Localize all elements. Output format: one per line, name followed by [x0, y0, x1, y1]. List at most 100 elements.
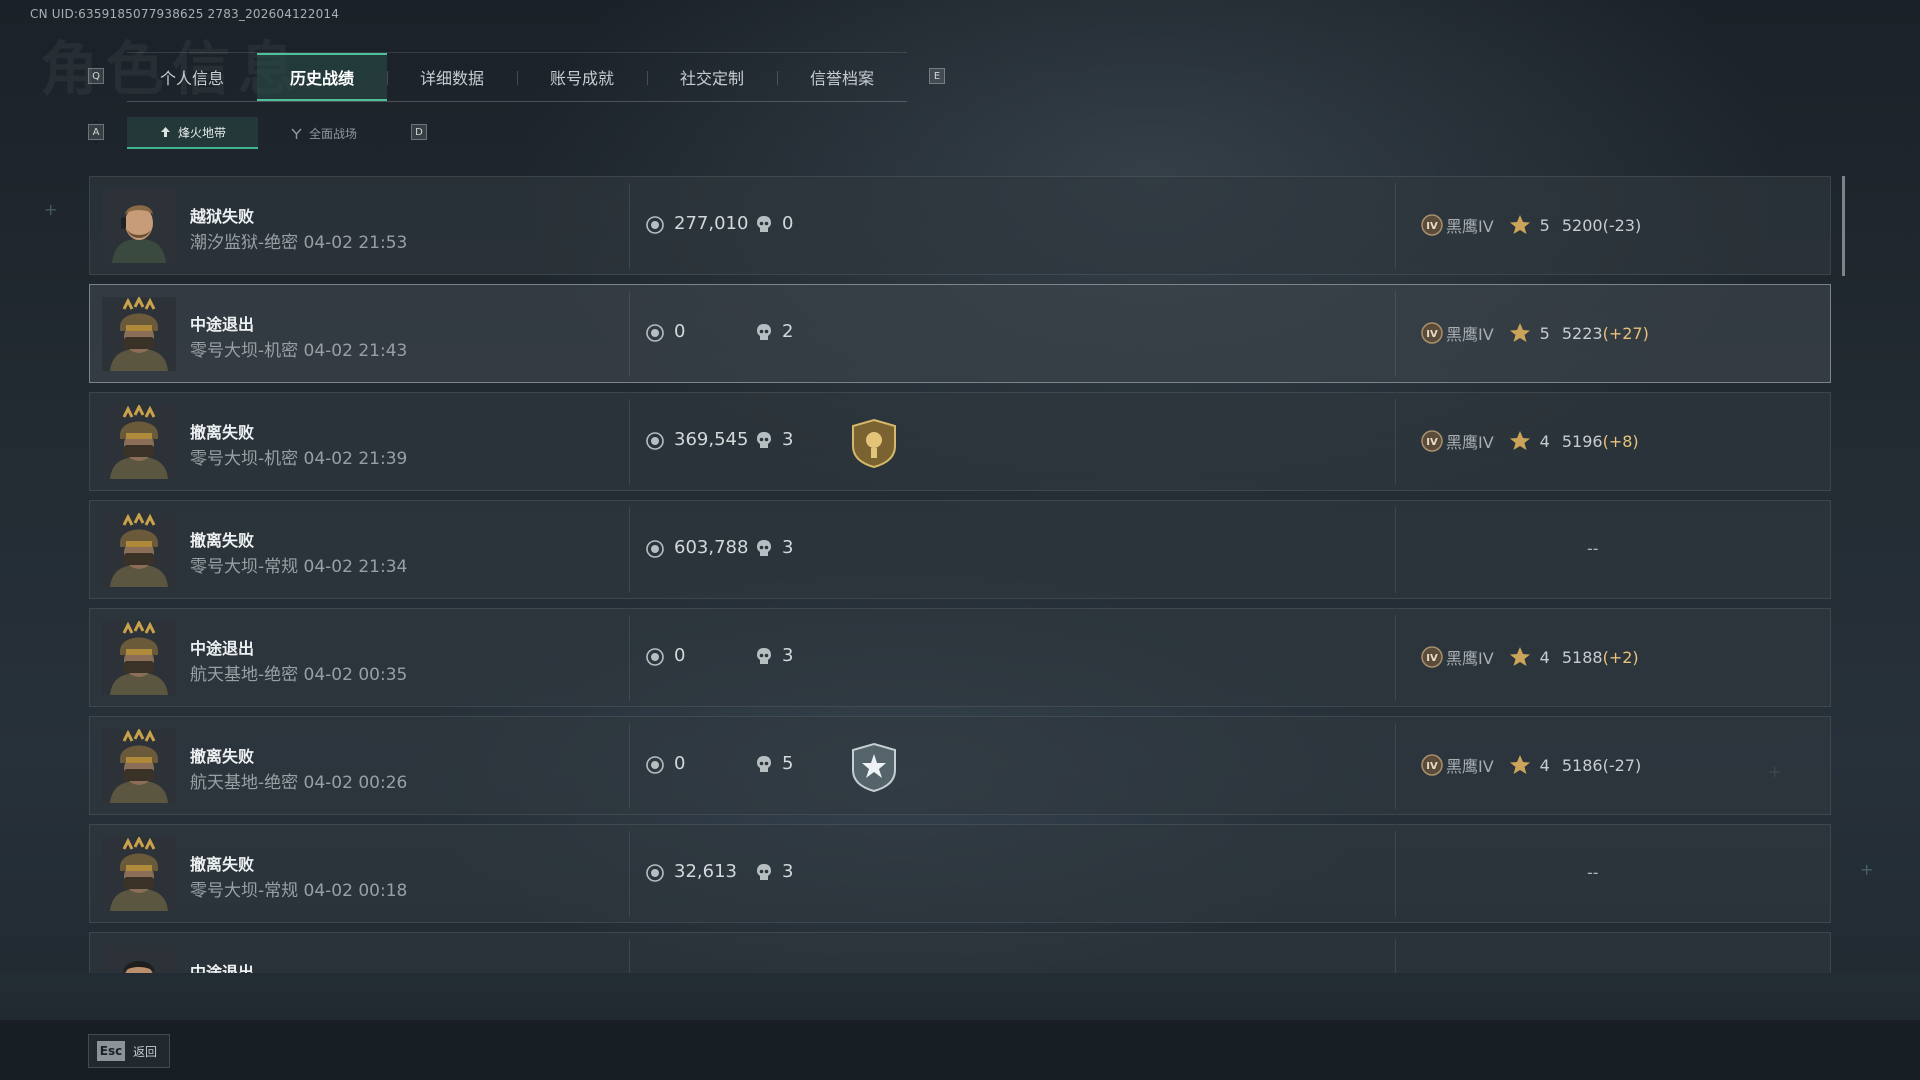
column-divider	[1395, 291, 1396, 377]
rank-score-group: 5196(+8)	[1562, 432, 1639, 451]
match-row[interactable]: 撤离失败 零号大坝-机密 04-02 21:39 369,545 3 IV 黑鹰IV 4 51…	[89, 392, 1831, 491]
hafu-coin-icon	[646, 648, 664, 666]
rank-name: 黑鹰IV	[1446, 757, 1494, 776]
column-divider	[629, 939, 630, 973]
rank-score-delta: (+8)	[1602, 431, 1639, 451]
tab-extraction-label: 烽火地带	[177, 125, 226, 140]
match-map-time: 零号大坝-机密 04-02 21:43	[190, 341, 408, 361]
esc-key-hint: Esc	[97, 1041, 125, 1061]
tab-4[interactable]: 社交定制	[647, 53, 777, 101]
key-hint-d[interactable]: D	[411, 124, 427, 140]
match-map-time: 零号大坝-常规 04-02 00:18	[190, 881, 408, 901]
match-row[interactable]: 中途退出	[89, 932, 1831, 973]
match-history-list[interactable]: 越狱失败 潮汐监狱-绝密 04-02 21:53 277,010 0 IV 黑鹰IV 5 52…	[89, 176, 1831, 973]
star-icon	[1509, 215, 1530, 234]
match-kills: 3	[782, 645, 794, 666]
operator-avatar-icon	[102, 297, 176, 371]
rank-name: 黑鹰IV	[1446, 649, 1494, 668]
skull-icon	[757, 540, 771, 556]
match-result-title: 撤离失败	[190, 531, 255, 550]
tab-battlefield-label: 全面战场	[308, 126, 357, 141]
back-label: 返回	[133, 1044, 158, 1059]
tab-5[interactable]: 信誉档案	[777, 53, 907, 101]
match-value: 603,788	[674, 537, 749, 558]
uid-label: CN UID:6359185077938625 2783_20260412201…	[30, 7, 340, 21]
key-hint-a[interactable]: A	[88, 124, 104, 140]
match-row[interactable]: 撤离失败 航天基地-绝密 04-02 00:26 0 5 IV 黑鹰IV 4 5186(-27…	[89, 716, 1831, 815]
rank-score: 5196	[1561, 431, 1603, 451]
rank-iv-emblem-icon: IV	[1421, 214, 1443, 236]
rank-iv-emblem-icon: IV	[1421, 646, 1443, 668]
rank-score: 5200	[1561, 215, 1603, 235]
key-hint-e[interactable]: E	[929, 68, 945, 84]
skull-icon	[757, 432, 771, 448]
match-result-title: 中途退出	[190, 639, 255, 658]
list-scrollbar[interactable]	[1842, 176, 1845, 276]
rank-score: 5223	[1561, 323, 1603, 343]
hafu-coin-icon	[646, 864, 664, 882]
column-divider	[1395, 939, 1396, 973]
mode-tab-bar: 烽火地带 全面战场	[127, 117, 389, 149]
battlefield-icon	[291, 127, 302, 139]
column-divider	[629, 291, 630, 377]
svg-text:IV: IV	[1426, 653, 1438, 664]
rank-score-group: 5223(+27)	[1562, 324, 1649, 343]
rank-stars: 5	[1539, 215, 1550, 235]
rank-info: IV 黑鹰IV 5 5200(-23)	[1420, 212, 1641, 238]
tab-1[interactable]: 历史战绩	[257, 53, 387, 101]
column-divider	[1395, 831, 1396, 917]
operator-avatar-icon	[102, 405, 176, 479]
tab-extraction-mode[interactable]: 烽火地带	[127, 117, 258, 149]
hafu-coin-icon	[646, 756, 664, 774]
rank-score-delta: (+27)	[1602, 323, 1649, 343]
skull-icon	[757, 324, 771, 340]
operator-avatar-icon	[102, 513, 176, 587]
rank-info: IV 黑鹰IV 4 5196(+8)	[1420, 428, 1639, 454]
rank-iv-emblem-icon: IV	[1421, 430, 1443, 452]
match-row[interactable]: 中途退出 航天基地-绝密 04-02 00:35 0 3 IV 黑鹰IV 4 5188(+2)	[89, 608, 1831, 707]
tab-0[interactable]: 个人信息	[127, 53, 257, 101]
operator-avatar-icon	[102, 729, 176, 803]
match-map-time: 航天基地-绝密 04-02 00:35	[190, 665, 408, 685]
operator-avatar-icon	[102, 837, 176, 911]
match-map-time: 零号大坝-常规 04-02 21:34	[190, 557, 408, 577]
tab-battlefield-mode[interactable]: 全面战场	[258, 117, 389, 149]
match-row[interactable]: 中途退出 零号大坝-机密 04-02 21:43 0 2 IV 黑鹰IV 5 5223(+27…	[89, 284, 1831, 383]
rank-info: IV 黑鹰IV 4 5188(+2)	[1420, 644, 1639, 670]
column-divider	[629, 507, 630, 593]
tab-3[interactable]: 账号成就	[517, 53, 647, 101]
match-row[interactable]: 越狱失败 潮汐监狱-绝密 04-02 21:53 277,010 0 IV 黑鹰IV 5 52…	[89, 176, 1831, 275]
match-row[interactable]: 撤离失败零号大坝-常规 04-02 21:34 603,788 3 --	[89, 500, 1831, 599]
operator-avatar-icon	[102, 621, 176, 695]
skull-icon	[757, 648, 771, 664]
column-divider	[629, 723, 630, 809]
hafu-coin-icon	[646, 324, 664, 342]
tab-2[interactable]: 详细数据	[387, 53, 517, 101]
back-button[interactable]: Esc 返回	[88, 1034, 170, 1068]
match-kills: 5	[782, 753, 794, 774]
silver-star-shield-badge-icon	[852, 742, 896, 792]
rank-score-delta: (-23)	[1602, 215, 1642, 235]
rank-name: 黑鹰IV	[1446, 217, 1494, 236]
svg-text:IV: IV	[1426, 437, 1438, 448]
hafu-coin-icon	[646, 216, 664, 234]
column-divider	[1395, 615, 1396, 701]
rank-score-delta: (-27)	[1602, 755, 1642, 775]
skull-icon	[757, 864, 771, 880]
rank-stars: 4	[1539, 431, 1550, 451]
svg-text:IV: IV	[1426, 761, 1438, 772]
rank-name: 黑鹰IV	[1446, 433, 1494, 452]
match-kills: 3	[782, 537, 794, 558]
match-row[interactable]: 撤离失败 零号大坝-常规 04-02 00:18 32,613 3 --	[89, 824, 1831, 923]
key-hint-q[interactable]: Q	[88, 68, 104, 84]
rank-stars: 5	[1539, 323, 1550, 343]
column-divider	[1395, 399, 1396, 485]
rank-iv-emblem-icon: IV	[1421, 322, 1443, 344]
match-kills: 3	[782, 861, 794, 882]
rank-name: 黑鹰IV	[1446, 325, 1494, 344]
rank-empty: --	[1587, 539, 1599, 558]
rank-score: 5188	[1561, 647, 1603, 667]
svg-text:IV: IV	[1426, 221, 1438, 232]
column-divider	[1395, 723, 1396, 809]
column-divider	[629, 183, 630, 269]
